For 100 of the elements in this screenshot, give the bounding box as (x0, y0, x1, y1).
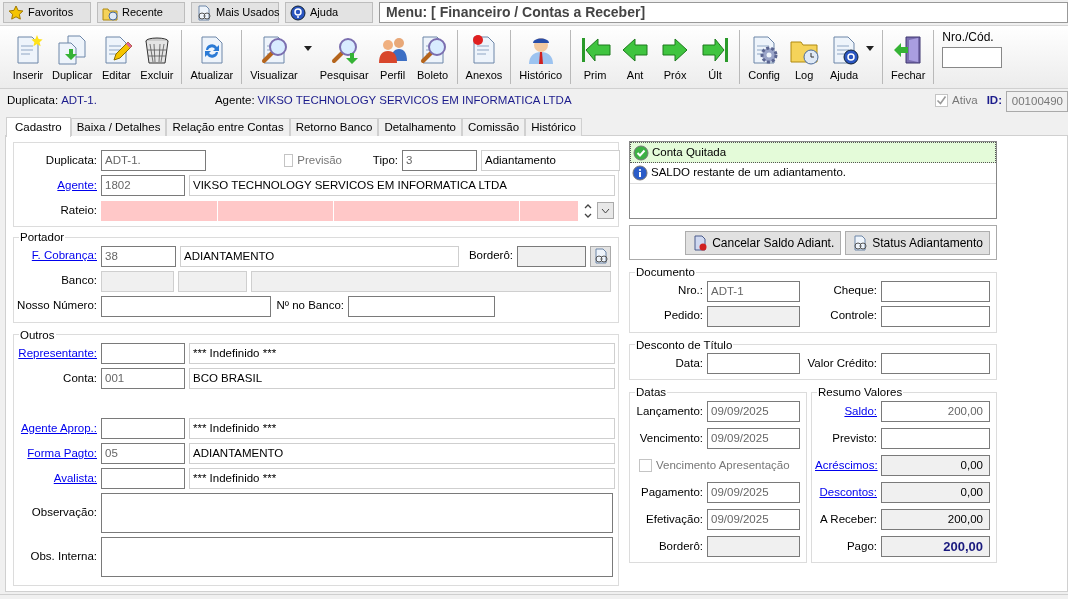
field-label: Conta: (62, 371, 97, 386)
toolbar-button[interactable]: Config (744, 31, 785, 83)
toolbar-button[interactable]: Editar (96, 31, 137, 83)
field-link[interactable]: Acréscimos: (815, 458, 877, 473)
input-field[interactable]: 38 (101, 245, 176, 267)
toolbar-button[interactable]: Prim (575, 31, 616, 83)
input-field[interactable]: 0,00 (881, 454, 990, 476)
toolbar-button[interactable]: Perfil (372, 31, 413, 83)
input-field[interactable]: 09/09/2025 (707, 400, 800, 422)
toolbar-button[interactable]: Últ (695, 31, 736, 83)
input-field[interactable] (707, 305, 800, 327)
toolbar-button[interactable]: Anexos (461, 31, 507, 83)
field-label: Pago: (845, 539, 877, 554)
input-field[interactable]: 00100490 (1006, 90, 1068, 112)
caret-icon (601, 207, 610, 214)
input-field[interactable]: 09/09/2025 (707, 427, 800, 449)
message-row[interactable]: SALDO restante de um adiantamento. (630, 163, 996, 184)
toolbar-button[interactable]: Log (784, 31, 825, 83)
field-label: Obs. Interna: (29, 550, 97, 565)
toolbar-button[interactable]: Pesquisar (315, 31, 373, 83)
input-field[interactable] (881, 305, 990, 327)
input-field[interactable] (101, 468, 185, 490)
search-field[interactable] (942, 47, 1003, 69)
input-field[interactable]: ADIANTAMENTO (189, 443, 615, 465)
field-link[interactable]: Agente: (17, 178, 97, 193)
text-area[interactable] (101, 493, 613, 534)
field-link[interactable]: Forma Pagto: (17, 446, 97, 461)
input-field[interactable] (881, 353, 990, 375)
input-field[interactable] (517, 245, 586, 267)
toolbar-button[interactable]: Atualizar (186, 31, 238, 83)
icon-button[interactable] (590, 245, 611, 267)
input-field[interactable]: Adiantamento (481, 150, 620, 171)
tab[interactable]: Retorno Banco (289, 118, 379, 136)
tab[interactable]: Detalhamento (378, 118, 462, 136)
field-link[interactable]: Descontos: (815, 485, 877, 500)
section-title: Resumo Valores (817, 386, 904, 399)
input-field[interactable]: 200,00 (881, 535, 990, 557)
text-area[interactable] (101, 537, 613, 578)
input-field[interactable] (707, 353, 800, 375)
field-link[interactable]: Saldo: (815, 404, 877, 419)
input-field[interactable]: BCO BRASIL (189, 368, 615, 390)
nav-button[interactable]: Recente (97, 2, 185, 23)
input-field[interactable]: 200,00 (881, 508, 990, 530)
toolbar-button[interactable]: Ant (615, 31, 656, 83)
toolbar-button[interactable]: Visualizar (246, 31, 302, 83)
tab[interactable]: Comissão (462, 118, 526, 136)
input-field[interactable] (881, 427, 990, 449)
field-label: Vencimento: (638, 431, 703, 446)
input-field[interactable]: 1802 (101, 175, 185, 196)
dropdown-button[interactable] (597, 202, 614, 219)
toolbar-button[interactable]: Histórico (515, 31, 567, 83)
input-field[interactable]: 200,00 (881, 400, 990, 422)
toolbar-button[interactable]: Boleto (412, 31, 453, 83)
toolbar-button[interactable]: Excluir (136, 31, 178, 83)
input-field[interactable] (707, 535, 800, 557)
input-field[interactable]: 3 (402, 150, 477, 171)
action-button[interactable]: Cancelar Saldo Adiant. (685, 231, 842, 255)
input-field[interactable]: 0,00 (881, 481, 990, 503)
tab[interactable]: Baixa / Detalhes (70, 118, 167, 136)
nav-button[interactable]: Favoritos (3, 2, 91, 23)
input-field[interactable] (348, 295, 495, 317)
field-label: Nosso Número: (17, 299, 97, 314)
input-field[interactable] (101, 418, 185, 440)
tab[interactable]: Histórico (525, 118, 582, 136)
input-field[interactable]: *** Indefinido *** (189, 468, 615, 490)
tab[interactable]: Relação entre Contas (166, 118, 290, 136)
input-field[interactable]: 05 (101, 443, 185, 465)
input-field[interactable]: ADT-1. (101, 150, 206, 171)
field-label: Tipo: (371, 153, 398, 168)
input-field[interactable]: 09/09/2025 (707, 508, 800, 530)
input-field[interactable]: VIKSO TECHNOLOGY SERVICOS EM INFORMATICA LTDA (189, 175, 615, 196)
toolbar-button[interactable]: Duplicar (48, 31, 97, 83)
input-field[interactable]: ADIANTAMENTO (180, 245, 459, 267)
input-field[interactable]: 09/09/2025 (707, 481, 800, 503)
info-icon (632, 165, 648, 181)
input-field[interactable] (881, 280, 990, 302)
input-field[interactable]: *** Indefinido *** (189, 343, 615, 365)
field-link[interactable]: Avalista: (17, 471, 97, 486)
toolbar-button[interactable]: Fechar (887, 31, 930, 83)
input-field[interactable] (101, 295, 271, 317)
tab[interactable]: Cadastro (6, 117, 71, 137)
input-field[interactable] (101, 343, 185, 365)
dropdown-arrow-icon[interactable] (302, 44, 313, 52)
input-field[interactable]: 001 (101, 368, 185, 390)
field-link[interactable]: F. Cobrança: (17, 249, 97, 264)
toolbar-button[interactable]: Ajuda (824, 31, 865, 83)
field-link[interactable]: Representante: (17, 346, 97, 361)
dropdown-arrow-icon[interactable] (865, 44, 876, 52)
nav-button[interactable]: Mais Usados (191, 2, 279, 23)
field-label: Previsto: (831, 431, 877, 446)
action-button[interactable]: Status Adiantamento (845, 231, 990, 255)
field-link[interactable]: Agente Aprop.: (17, 421, 97, 436)
toolbar-button[interactable]: Próx (655, 31, 696, 83)
field-label: Pagamento: (640, 485, 703, 500)
nav-button[interactable]: Ajuda (285, 2, 373, 23)
search-label: Nro./Cód. (942, 30, 995, 45)
input-field[interactable]: *** Indefinido *** (189, 418, 615, 440)
message-row[interactable]: Conta Quitada (630, 142, 996, 163)
input-field[interactable]: ADT-1 (707, 280, 800, 302)
toolbar-button[interactable]: Inserir (8, 31, 48, 83)
